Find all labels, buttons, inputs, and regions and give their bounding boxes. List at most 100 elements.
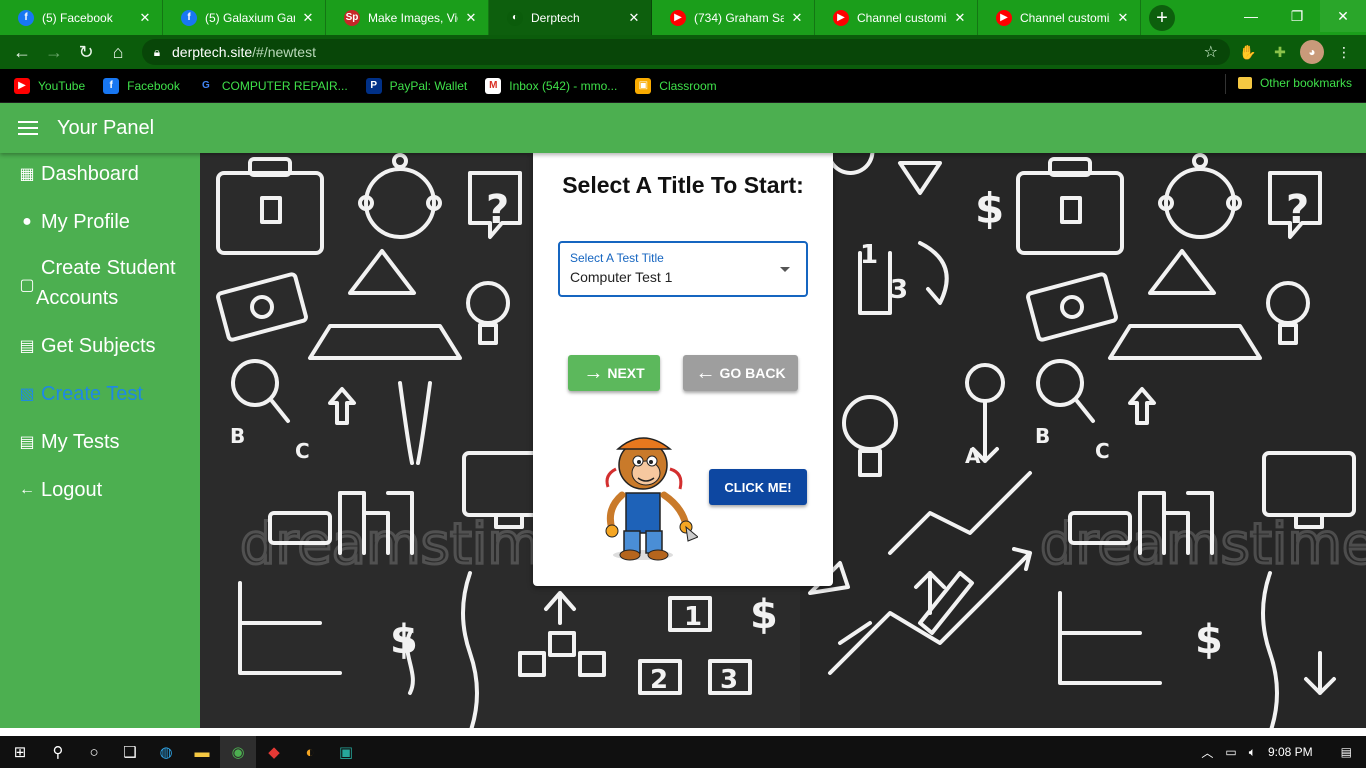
sidebar-item-label: Logout	[41, 479, 103, 501]
svg-text:dreamstime: dreamstime	[240, 512, 576, 577]
svg-text:$: $	[390, 617, 418, 663]
sidebar-item-label: Create Test	[41, 383, 143, 405]
lock-icon: 🔒︎	[153, 44, 161, 59]
forward-arrow-icon[interactable]: →	[38, 36, 70, 68]
svg-text:B: B	[230, 424, 245, 448]
back-arrow-icon[interactable]: ←	[6, 36, 38, 68]
file-explorer-icon[interactable]: ▬	[184, 736, 220, 768]
sidebar-item-my-profile[interactable]: ● My Profile	[0, 211, 200, 234]
new-tab-button[interactable]: +	[1149, 5, 1175, 31]
extensions-puzzle-icon[interactable]: ✚	[1268, 40, 1292, 64]
tab-close-icon[interactable]: ✕	[790, 10, 804, 26]
tab-close-icon[interactable]: ✕	[138, 10, 152, 26]
tab-title: Derptech	[531, 10, 580, 25]
page-bottom-strip	[0, 728, 1366, 736]
facebook-icon: f	[18, 9, 34, 26]
svg-text:$: $	[975, 184, 1004, 233]
task-view-icon[interactable]: ❑	[112, 736, 148, 768]
sidebar-item-label-line: Create Student	[41, 257, 176, 279]
bookmarks-bar: ▶ YouTube f Facebook G COMPUTER REPAIR... P Pay…	[0, 69, 1366, 102]
bookmark-item[interactable]: f Facebook	[103, 77, 180, 94]
svg-text:C: C	[1095, 439, 1110, 463]
browser-tab[interactable]: ▶ Channel customiz ✕	[978, 0, 1141, 35]
chrome-icon[interactable]: ◉	[220, 736, 256, 768]
dropdown-caret-icon[interactable]	[780, 267, 790, 272]
search-icon[interactable]: ⚲	[40, 736, 76, 768]
bookmark-item[interactable]: ▶ YouTube	[14, 77, 85, 94]
browser-tab[interactable]: f (5) Facebook ✕	[0, 0, 163, 35]
windows-start-icon[interactable]: ⊞	[0, 736, 40, 768]
bookmark-item[interactable]: M Inbox (542) - mmo...	[485, 77, 617, 94]
edge-icon[interactable]: ◍	[148, 736, 184, 768]
tab-title: (5) Galaxium Gam	[205, 10, 295, 25]
tab-close-icon[interactable]: ✕	[1116, 10, 1130, 26]
reload-icon[interactable]: ↻	[70, 36, 102, 68]
sidebar-item-create-test[interactable]: ▧ Create Test	[0, 383, 200, 406]
bookmark-item[interactable]: G COMPUTER REPAIR...	[198, 78, 348, 94]
app-red-icon[interactable]: ◆	[256, 736, 292, 768]
go-back-button[interactable]: ← GO BACK	[683, 355, 798, 391]
tab-list: f (5) Facebook ✕ f (5) Galaxium Gam ✕ Sp Make I…	[0, 0, 1141, 35]
main-content: ? ? $ $ $ $ B C B C A 1 3 1 2 3 dreamsti…	[200, 153, 1366, 728]
svg-text:?: ?	[486, 187, 509, 233]
sidebar-item-my-tests[interactable]: ▤ My Tests	[0, 431, 200, 454]
svg-text:B: B	[1035, 424, 1050, 448]
other-bookmarks[interactable]: Other bookmarks	[1237, 76, 1352, 90]
arrow-back-icon: ←	[19, 481, 35, 498]
menu-icon[interactable]	[18, 121, 38, 135]
tab-close-icon[interactable]: ✕	[953, 10, 967, 26]
restore-icon[interactable]: ❐	[1274, 0, 1320, 32]
browser-tab[interactable]: f (5) Galaxium Gam ✕	[163, 0, 326, 35]
browser-tab[interactable]: ▶ Channel customiz ✕	[815, 0, 978, 35]
sp-icon: Sp	[344, 9, 360, 26]
svg-text:?: ?	[1286, 187, 1309, 233]
chevron-up-icon[interactable]: ︿	[1201, 744, 1213, 761]
tab-close-icon[interactable]: ✕	[301, 10, 315, 26]
sidebar-item-logout[interactable]: ← Logout	[0, 479, 200, 502]
chrome-menu-icon[interactable]: ⋮	[1332, 40, 1356, 64]
tab-close-icon[interactable]: ✕	[464, 10, 478, 26]
youtube-icon: ▶	[996, 9, 1012, 26]
tab-title: (734) Graham Salla	[694, 10, 784, 25]
next-button[interactable]: → NEXT	[568, 355, 660, 391]
clock-time[interactable]: 9:08 PM	[1268, 745, 1313, 759]
window-close-icon[interactable]: ✕	[1320, 0, 1366, 32]
cortana-icon[interactable]: ○	[76, 736, 112, 768]
test-title-select[interactable]: Select A Test Title Computer Test 1	[558, 241, 808, 297]
network-icon[interactable]: ▭	[1225, 745, 1236, 759]
browser-toolbar: ← → ↻ ⌂ 🔒︎ derptech.site/#/newtest ☆	[0, 35, 1366, 69]
tab-title: Make Images, Vide	[368, 10, 458, 25]
window-controls: — ❐ ✕	[1228, 0, 1366, 32]
minimize-icon[interactable]: —	[1228, 0, 1274, 32]
bookmark-label: PayPal: Wallet	[389, 78, 468, 93]
app-bar: Your Panel	[0, 103, 1366, 153]
address-bar[interactable]: 🔒︎ derptech.site/#/newtest ☆	[142, 39, 1230, 65]
volume-icon[interactable]: 🔈︎	[1249, 745, 1256, 760]
id-card-icon: ▢	[19, 277, 35, 294]
sidebar-item-dashboard[interactable]: ▦ Dashboard	[0, 163, 200, 186]
windows-taskbar: ⊞ ⚲ ○ ❑ ◍ ▬ ◉ ◆ ◐ ▣	[0, 736, 1366, 768]
go-back-button-label: GO BACK	[719, 365, 786, 381]
bookmark-list: ▶ YouTube f Facebook G COMPUTER REPAIR... P Pay…	[14, 77, 735, 94]
sidebar-item-create-student-accounts[interactable]: ▢ Create Student Accounts	[0, 257, 200, 313]
bookmark-item[interactable]: P PayPal: Wallet	[365, 77, 468, 94]
browser-tab[interactable]: ▶ (734) Graham Salla ✕	[652, 0, 815, 35]
home-icon[interactable]: ⌂	[102, 36, 134, 68]
adblock-icon[interactable]: ✋	[1236, 40, 1260, 64]
profile-avatar[interactable]: ◕	[1300, 40, 1324, 64]
sidebar-item-get-subjects[interactable]: ▤ Get Subjects	[0, 335, 200, 358]
bookmark-star-icon[interactable]: ☆	[1204, 42, 1218, 62]
bookmark-item[interactable]: ▣ Classroom	[635, 77, 717, 94]
click-me-button[interactable]: CLICK ME!	[709, 469, 807, 505]
youtube-icon: ▶	[670, 9, 686, 26]
browser-tab[interactable]: Sp Make Images, Vide ✕	[326, 0, 489, 35]
folder-icon	[1237, 77, 1252, 89]
tab-close-icon[interactable]: ✕	[627, 10, 641, 26]
browser-tab[interactable]: ◐ Derptech ✕	[489, 0, 652, 35]
bookmark-label: COMPUTER REPAIR...	[221, 78, 348, 93]
app-teal-icon[interactable]: ▣	[328, 736, 364, 768]
notifications-icon[interactable]: ▤	[1341, 745, 1352, 759]
sidebar-item-label: My Tests	[41, 431, 120, 453]
sidebar-item-label-line: Accounts	[36, 287, 119, 309]
app-gold-icon[interactable]: ◐	[292, 736, 328, 768]
